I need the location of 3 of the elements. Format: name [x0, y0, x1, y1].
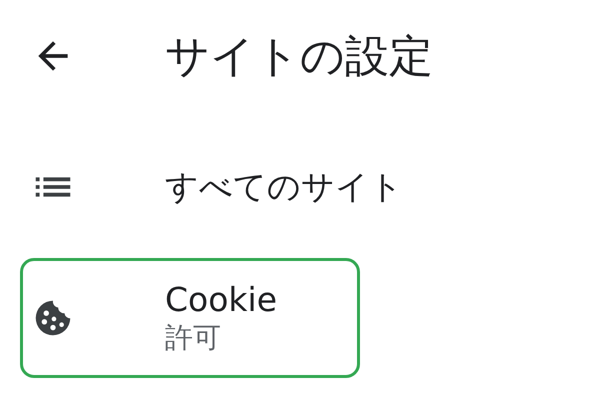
setting-item[interactable]: すべてのサイト	[20, 132, 580, 242]
page-title: サイトの設定	[165, 30, 433, 84]
highlighted-setting-item[interactable]: Cookie 許可	[20, 258, 360, 378]
